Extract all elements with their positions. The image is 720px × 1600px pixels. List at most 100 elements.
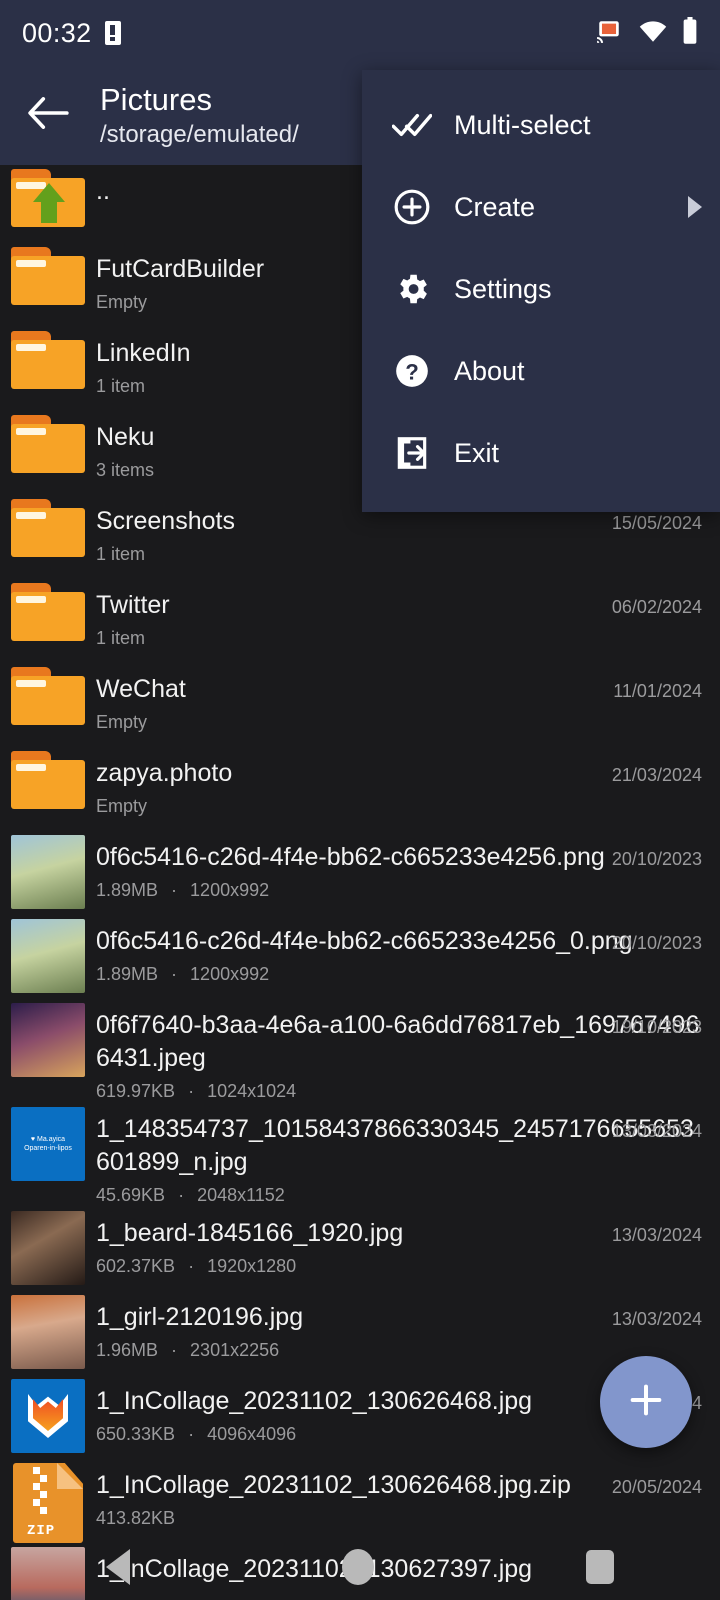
row-thumbnail [0,415,96,473]
menu-item-settings[interactable]: Settings [362,248,720,330]
file-date: 13/03/2024 [611,1121,702,1141]
row-meta: 619.97KB · 1024x1024 [96,1079,704,1103]
row-thumbnail [0,331,96,389]
row-subtitle: 3 items [96,460,155,480]
row-meta: Empty [96,710,704,734]
file-row[interactable]: 1_beard-1845166_1920.jpg 602.37KB · 1920x12… [0,1207,720,1291]
row-meta: 1.96MB · 2301x2256 [96,1338,704,1362]
menu-item-label: Exit [454,437,500,468]
row-dimensions: 1200x992 [190,880,270,900]
row-meta: 1 item [96,626,704,650]
row-filesize: 413.82KB [96,1508,176,1528]
exit-icon [384,434,440,472]
folder-icon [11,583,85,641]
menu-item-create[interactable]: Create [362,166,720,248]
file-row[interactable]: 0f6c5416-c26d-4f4e-bb62-c665233e4256_0.p… [0,915,720,999]
menu-item-multi-select[interactable]: Multi-select [362,84,720,166]
menu-item-label: About [454,355,525,386]
row-thumbnail [0,1295,96,1369]
row-subtitle: Empty [96,712,148,732]
plus-circle-icon [384,188,440,226]
meta-separator: · [171,1339,178,1360]
image-thumbnail [11,1211,85,1285]
row-thumbnail [0,499,96,557]
back-arrow-icon [26,95,70,136]
file-row[interactable]: ZIP 1_InCollage_20231102_130626468.jpg.zi… [0,1459,720,1543]
title-block: Pictures /storage/emulated/ [96,82,299,150]
meta-separator: · [188,1255,195,1276]
row-meta: 1 item [96,542,704,566]
file-date: 06/02/2024 [611,597,702,617]
menu-item-label: Create [454,191,536,222]
file-date: 13/03/2024 [611,1225,702,1245]
row-filesize: 1.96MB [96,1340,159,1360]
image-thumbnail [11,919,85,993]
row-thumbnail: ZIP [0,1463,96,1543]
file-date: 19/10/2023 [611,1017,702,1037]
sim-alert-icon [104,21,121,45]
row-dimensions: 2301x2256 [190,1340,280,1360]
file-date: 20/10/2023 [611,933,702,953]
chevron-right-icon [688,196,702,218]
breadcrumb-path: /storage/emulated/ [100,120,299,148]
system-nav-bar[interactable] [0,1534,720,1600]
file-row[interactable]: 0f6f7640-b3aa-4e6a-a100-6a6dd76817eb_169… [0,999,720,1103]
row-subtitle: 1 item [96,628,146,648]
svg-text:?: ? [405,360,419,385]
gear-icon [384,270,440,308]
row-thumbnail [0,247,96,305]
image-thumbnail [11,1379,85,1453]
row-dimensions: 4096x4096 [207,1424,297,1444]
file-row[interactable]: zapya.photo Empty 21/03/2024 [0,747,720,831]
file-date: 11/01/2024 [613,681,702,701]
recents-nav-icon[interactable] [586,1550,614,1584]
file-row[interactable]: Twitter 1 item 06/02/2024 [0,579,720,663]
menu-item-exit[interactable]: Exit [362,412,720,494]
file-date: 20/05/2024 [611,1477,702,1497]
row-thumbnail [0,667,96,725]
image-thumbnail [11,1295,85,1369]
back-button[interactable] [0,66,96,165]
row-thumbnail [0,1211,96,1285]
file-date: 13/03/2024 [611,1309,702,1329]
meta-separator: · [171,963,178,984]
file-row[interactable]: 1_girl-2120196.jpg 1.96MB · 2301x2256 13/03/… [0,1291,720,1375]
file-row[interactable]: 0f6c5416-c26d-4f4e-bb62-c665233e4256.png… [0,831,720,915]
folder-icon [11,247,85,305]
back-nav-icon[interactable] [106,1549,130,1585]
phone-screen: 00:32 Pictures /storage/emulated/ .. Fut… [0,0,720,1600]
page-title: Pictures [100,81,212,117]
row-thumbnail [0,583,96,641]
row-dimensions: 1200x992 [190,964,270,984]
meta-separator: · [178,1184,185,1205]
row-dimensions: 2048x1152 [197,1185,285,1205]
row-filesize: 1.89MB [96,964,159,984]
row-meta: 1.89MB · 1200x992 [96,878,704,902]
folder-icon [11,667,85,725]
wifi-icon [638,19,668,48]
status-bar-right [594,16,698,50]
menu-item-label: Multi-select [454,109,591,140]
row-filesize: 1.89MB [96,880,159,900]
row-subtitle: Empty [96,796,148,816]
meta-separator: · [188,1423,195,1444]
plus-icon [626,1380,666,1425]
file-row[interactable]: WeChat Empty 11/01/2024 [0,663,720,747]
home-nav-icon[interactable] [342,1549,374,1585]
file-row[interactable]: ♥ Ma.ayica Oparen-in-lipos 1_148354737_101… [0,1103,720,1207]
row-filesize: 619.97KB [96,1081,176,1101]
row-filesize: 602.37KB [96,1256,176,1276]
folder-icon [11,499,85,557]
menu-item-about[interactable]: ? About [362,330,720,412]
overflow-menu[interactable]: Multi-select Create Settings? About Exit [362,70,720,512]
status-bar: 00:32 [0,0,720,66]
row-thumbnail [0,169,96,227]
folder-icon [11,331,85,389]
row-dimensions: 1024x1024 [207,1081,297,1101]
row-thumbnail [0,1003,96,1077]
file-date: 15/05/2024 [611,513,702,533]
status-clock: 00:32 [22,17,92,48]
add-fab-button[interactable] [600,1356,692,1448]
row-meta: Empty [96,794,704,818]
row-thumbnail [0,1379,96,1453]
